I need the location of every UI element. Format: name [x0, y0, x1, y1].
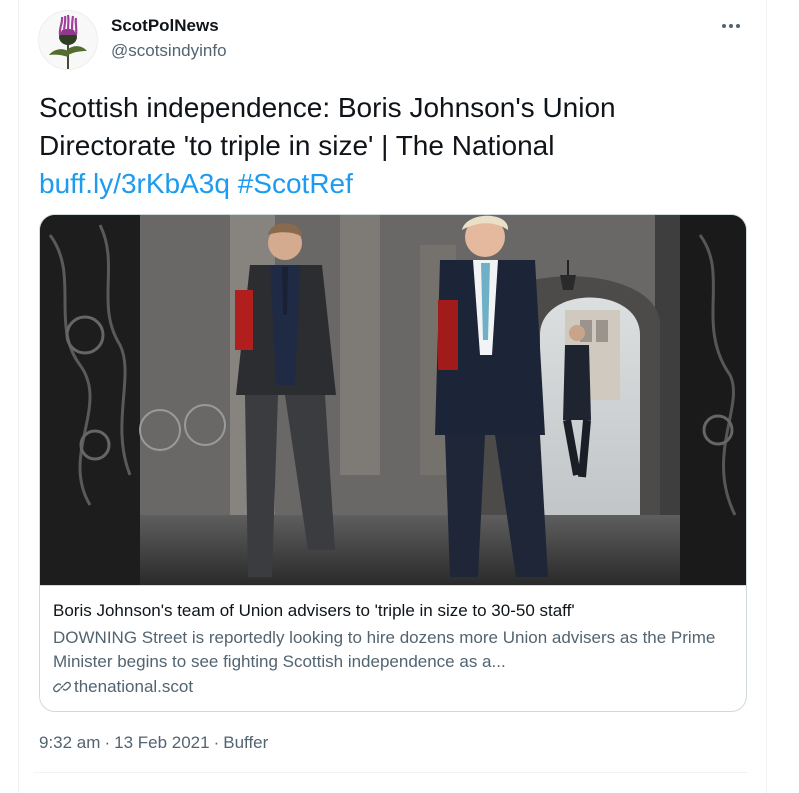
card-domain: thenational.scot [74, 677, 194, 696]
author-handle[interactable]: @scotsindyinfo [111, 41, 227, 61]
card-title[interactable]: Boris Johnson's team of Union advisers t… [53, 601, 575, 621]
divider [33, 772, 747, 773]
card-image[interactable] [40, 215, 747, 586]
more-button[interactable] [715, 10, 747, 42]
tweet-meta: 9:32 am · 13 Feb 2021 · Buffer [39, 733, 268, 753]
tweet-text: Scottish independence: Boris Johnson's U… [39, 89, 739, 203]
tweet-time[interactable]: 9:32 am [39, 733, 100, 752]
link-icon [53, 681, 71, 693]
author-name[interactable]: ScotPolNews [111, 16, 219, 36]
right-column-edge [766, 0, 799, 793]
meta-separator: · [104, 733, 111, 752]
tweet: ScotPolNews @scotsindyinfo Scottish inde… [19, 0, 766, 793]
more-icon [721, 24, 742, 28]
left-column-edge [0, 0, 19, 793]
tweet-body: Scottish independence: Boris Johnson's U… [39, 92, 616, 161]
tweet-date[interactable]: 13 Feb 2021 [114, 733, 209, 752]
avatar[interactable] [38, 10, 98, 70]
link-card[interactable]: Boris Johnson's team of Union advisers t… [39, 214, 747, 712]
meta-separator: · [213, 733, 220, 752]
tweet-link[interactable]: buff.ly/3rKbA3q [39, 168, 230, 199]
tweet-source[interactable]: Buffer [223, 733, 268, 752]
thistle-icon [39, 11, 97, 69]
hashtag-link[interactable]: #ScotRef [238, 168, 353, 199]
card-description: DOWNING Street is reportedly looking to … [53, 628, 716, 671]
card-domain-row: thenational.scot [53, 677, 193, 697]
